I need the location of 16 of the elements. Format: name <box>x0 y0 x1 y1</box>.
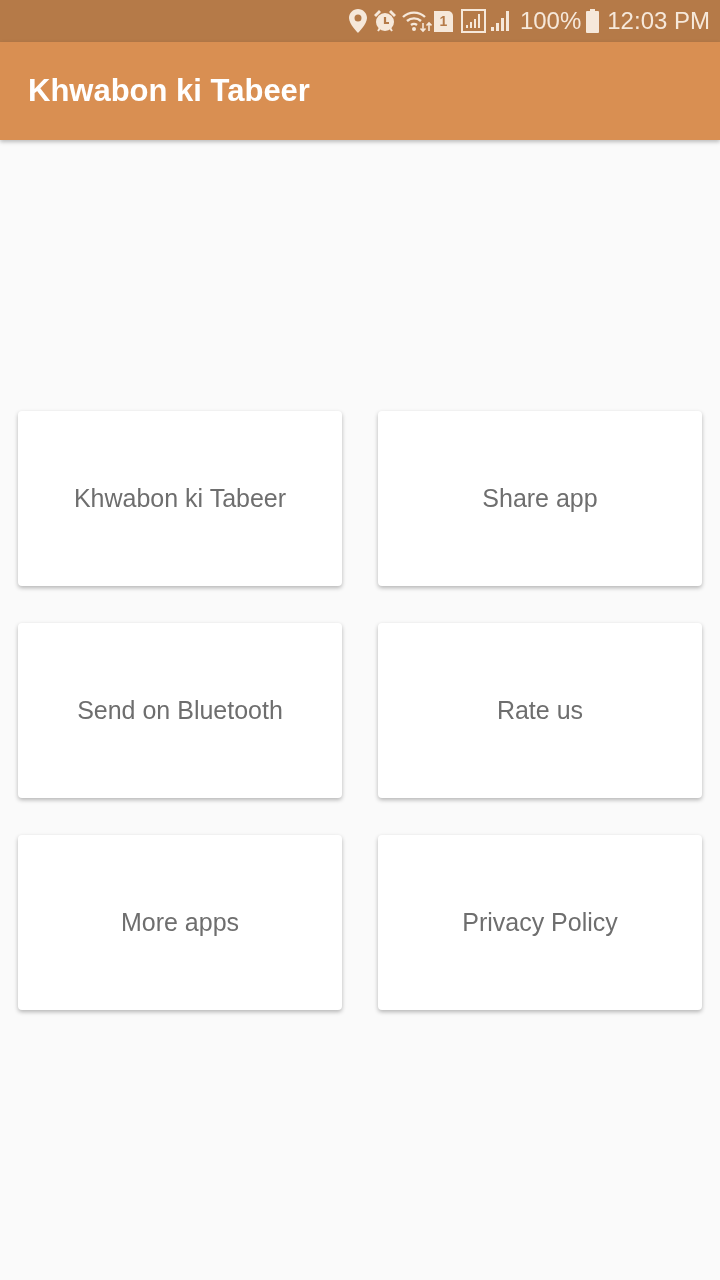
signal-box-icon <box>460 9 486 33</box>
battery-icon <box>586 9 600 33</box>
menu-card-button[interactable]: Khwabon ki Tabeer <box>18 411 342 586</box>
menu-card-button[interactable]: More apps <box>18 835 342 1010</box>
location-pin-icon <box>348 9 367 33</box>
sim-badge: 1 <box>433 10 453 32</box>
clock-time: 12:03 PM <box>607 9 710 33</box>
menu-card-button[interactable]: Send on Bluetooth <box>18 623 342 798</box>
signal-icon <box>489 10 512 32</box>
app-title: Khwabon ki Tabeer <box>28 71 310 110</box>
menu-card-button[interactable]: Privacy Policy <box>378 835 702 1010</box>
menu-card-button[interactable]: Share app <box>378 411 702 586</box>
battery-percent: 100% <box>519 9 582 33</box>
menu-card-button[interactable]: Rate us <box>378 623 702 798</box>
alarm-clock-icon <box>372 9 397 33</box>
wifi-icon <box>401 9 432 33</box>
